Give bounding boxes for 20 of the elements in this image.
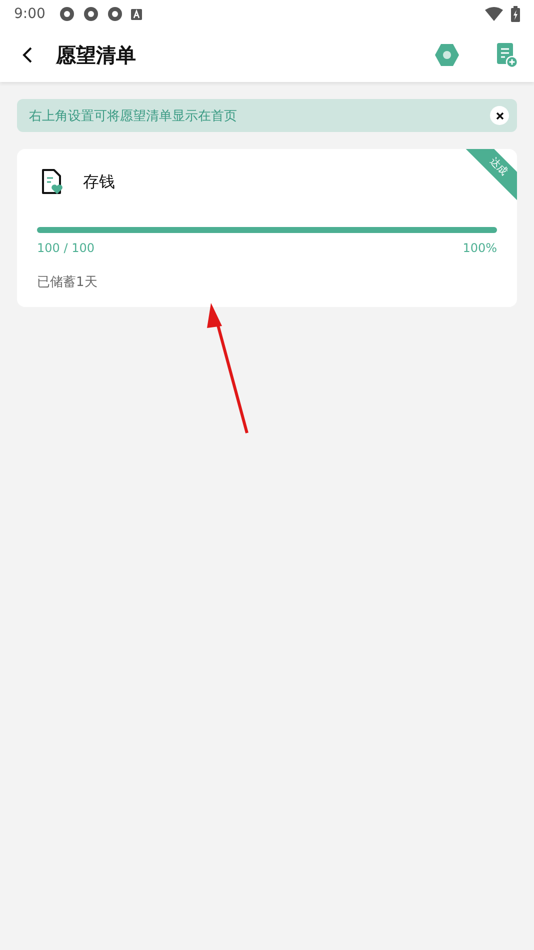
progress-percent: 100% xyxy=(462,241,497,255)
progress-amount: 100 / 100 xyxy=(37,241,94,255)
close-button[interactable] xyxy=(490,106,509,125)
close-icon xyxy=(496,112,504,120)
settings-icon xyxy=(434,43,460,67)
wish-name: 存钱 xyxy=(83,172,115,192)
tip-text: 右上角设置可将愿望清单显示在首页 xyxy=(29,108,238,124)
wish-document-icon xyxy=(41,169,63,195)
keyboard-icon xyxy=(131,8,142,20)
status-time: 9:00 xyxy=(14,6,46,22)
add-document-icon xyxy=(496,42,518,68)
settings-button[interactable] xyxy=(434,43,460,67)
notification-icon xyxy=(83,6,100,22)
page-title: 愿望清单 xyxy=(56,42,137,68)
notification-icon xyxy=(59,6,76,22)
wifi-icon xyxy=(485,7,503,21)
saved-days: 已储蓄1天 xyxy=(37,273,497,291)
add-list-button[interactable] xyxy=(496,42,518,68)
notification-icon xyxy=(107,6,124,22)
battery-icon xyxy=(511,6,520,22)
